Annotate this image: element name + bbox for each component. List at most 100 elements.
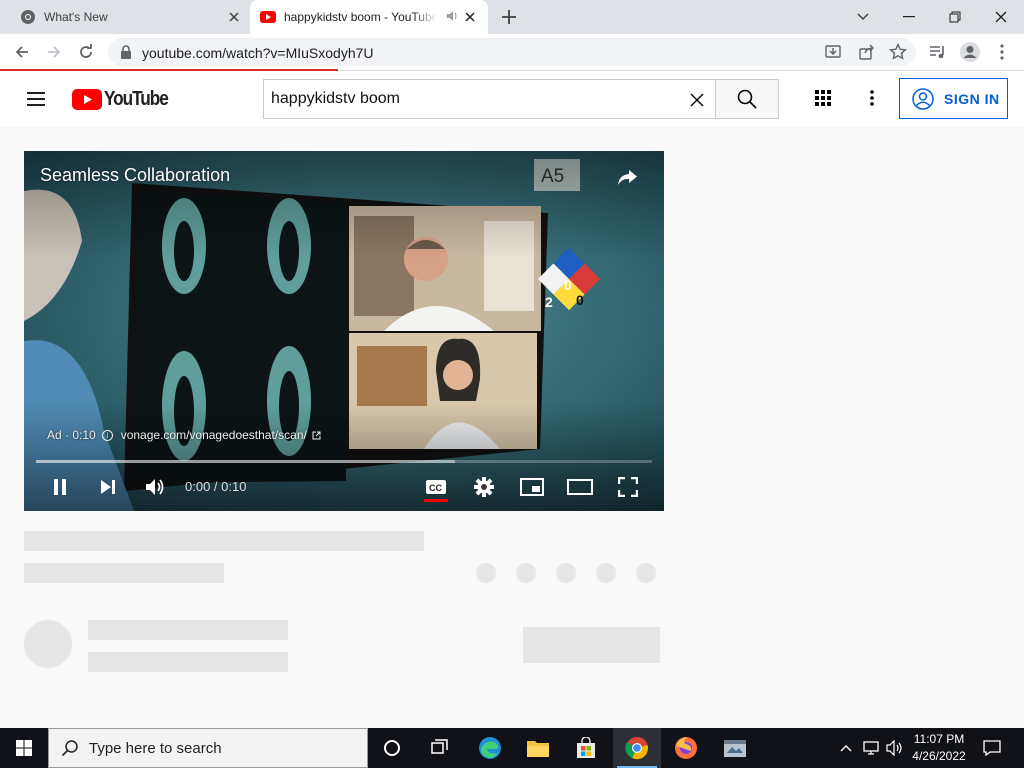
taskbar-firefox[interactable]	[662, 728, 710, 768]
reload-icon[interactable]	[74, 40, 98, 64]
install-app-icon[interactable]	[824, 43, 842, 61]
search-icon	[61, 740, 78, 757]
bookmark-star-icon[interactable]	[889, 43, 907, 61]
taskbar-search[interactable]: Type here to search	[48, 728, 368, 768]
browser-toolbar: youtube.com/watch?v=MIuSxodyh7U	[0, 34, 1024, 70]
fullscreen-icon	[618, 477, 638, 497]
ad-info-icon[interactable]: i	[101, 429, 113, 441]
app-window-icon	[724, 740, 746, 757]
profile-avatar-icon[interactable]	[958, 40, 982, 64]
youtube-logo[interactable]: YouTube	[72, 88, 178, 110]
theater-mode-button[interactable]	[566, 473, 594, 501]
audio-playing-icon[interactable]	[446, 10, 458, 22]
browser-tab-strip: What's New happykidstv boom - YouTube	[0, 0, 1024, 34]
taskbar-app[interactable]	[711, 728, 759, 768]
tab-whats-new[interactable]: What's New	[8, 0, 246, 34]
task-view-button[interactable]	[416, 728, 464, 768]
fullscreen-button[interactable]	[614, 473, 642, 501]
show-hidden-icons-icon[interactable]	[836, 728, 856, 768]
system-clock[interactable]: 11:07 PM 4/26/2022	[900, 731, 978, 765]
skip-next-icon	[101, 480, 115, 494]
chrome-icon	[625, 737, 648, 760]
guide-menu-icon[interactable]	[24, 87, 48, 111]
edge-icon	[479, 737, 501, 759]
task-view-icon	[431, 739, 448, 754]
youtube-play-logo-icon	[72, 88, 102, 110]
taskbar-file-explorer[interactable]	[514, 728, 562, 768]
browser-menu-icon[interactable]	[990, 40, 1014, 64]
firefox-icon	[675, 737, 697, 759]
back-icon[interactable]	[10, 40, 34, 64]
new-tab-icon[interactable]	[498, 6, 520, 28]
share-icon[interactable]	[614, 163, 642, 191]
clock-date: 4/26/2022	[912, 749, 966, 763]
ad-url-link[interactable]: vonage.com/vonagedoesthat/scan/	[121, 428, 307, 442]
views-skeleton	[24, 563, 224, 583]
tab-title: happykidstv boom - YouTube	[284, 10, 436, 24]
search-button[interactable]	[715, 79, 779, 119]
tab-title: What's New	[44, 10, 108, 24]
subscribe-button-skeleton	[523, 627, 660, 663]
start-button[interactable]	[0, 728, 48, 768]
apps-grid-icon[interactable]	[813, 88, 833, 108]
share-page-icon[interactable]	[858, 43, 876, 61]
tab-close-icon[interactable]	[462, 9, 478, 25]
channel-name-skeleton	[88, 620, 288, 640]
clear-search-icon[interactable]	[688, 91, 706, 109]
restore-icon[interactable]	[942, 4, 968, 30]
store-bag-icon	[577, 737, 595, 758]
settings-button[interactable]	[470, 473, 498, 501]
taskbar-chrome[interactable]	[613, 728, 661, 768]
cortana-circle-icon	[384, 740, 400, 756]
windows-logo-icon	[16, 740, 32, 756]
search-input[interactable]: happykidstv boom	[271, 90, 400, 108]
clock-time: 11:07 PM	[913, 732, 965, 746]
url-text[interactable]: youtube.com/watch?v=MIuSxodyh7U	[142, 45, 374, 61]
network-icon[interactable]	[860, 728, 882, 768]
taskbar-edge[interactable]	[466, 728, 514, 768]
taskbar-store[interactable]	[562, 728, 610, 768]
miniplayer-button[interactable]	[518, 473, 546, 501]
subscriber-skeleton	[88, 652, 288, 672]
search-icon	[737, 89, 757, 109]
minimize-icon[interactable]	[896, 4, 922, 30]
subtitles-button[interactable]: CC	[422, 473, 450, 501]
cortana-button[interactable]	[368, 728, 416, 768]
ad-label: Ad · 0:10	[47, 428, 96, 442]
volume-button[interactable]	[141, 473, 169, 501]
captions-active-indicator	[424, 499, 448, 502]
action-skeleton	[516, 563, 536, 583]
action-skeleton	[476, 563, 496, 583]
address-bar[interactable]: youtube.com/watch?v=MIuSxodyh7U	[108, 38, 916, 66]
settings-menu-icon[interactable]	[862, 88, 882, 108]
ad-badge: Ad · 0:10 i vonage.com/vonagedoesthat/sc…	[47, 428, 321, 442]
forward-icon[interactable]	[42, 40, 66, 64]
chrome-favicon-icon	[21, 10, 35, 24]
youtube-logo-text: YouTube	[104, 87, 169, 110]
sign-in-button[interactable]: SIGN IN	[899, 78, 1008, 119]
action-skeleton	[636, 563, 656, 583]
tab-close-icon[interactable]	[226, 9, 242, 25]
video-title[interactable]: Seamless Collaboration	[40, 165, 230, 186]
media-control-icon[interactable]	[926, 40, 950, 64]
theater-mode-icon	[567, 479, 593, 495]
windows-taskbar: Type here to search 11:07 PM 4/26/2022	[0, 728, 1024, 768]
video-player[interactable]: 2 0 0 A5 Seamless Collaboration Ad · 0:1…	[24, 151, 664, 511]
buffered-bar	[36, 460, 455, 463]
progress-bar[interactable]	[36, 460, 652, 463]
external-link-icon[interactable]	[312, 431, 321, 440]
close-window-icon[interactable]	[988, 4, 1014, 30]
gear-icon	[474, 477, 494, 497]
tab-youtube[interactable]: happykidstv boom - YouTube	[250, 0, 488, 34]
video-frame: 2 0 0 A5	[24, 151, 664, 511]
next-button[interactable]	[94, 473, 122, 501]
search-box[interactable]: happykidstv boom	[263, 79, 716, 119]
volume-icon	[146, 479, 164, 495]
lock-icon[interactable]	[120, 45, 132, 59]
current-time: 0:00	[185, 479, 211, 494]
miniplayer-icon	[520, 478, 544, 496]
tab-search-icon[interactable]	[850, 4, 876, 30]
notifications-icon[interactable]	[978, 728, 1006, 768]
youtube-masthead: YouTube happykidstv boom SIGN IN	[0, 71, 1024, 127]
pause-button[interactable]	[46, 473, 74, 501]
